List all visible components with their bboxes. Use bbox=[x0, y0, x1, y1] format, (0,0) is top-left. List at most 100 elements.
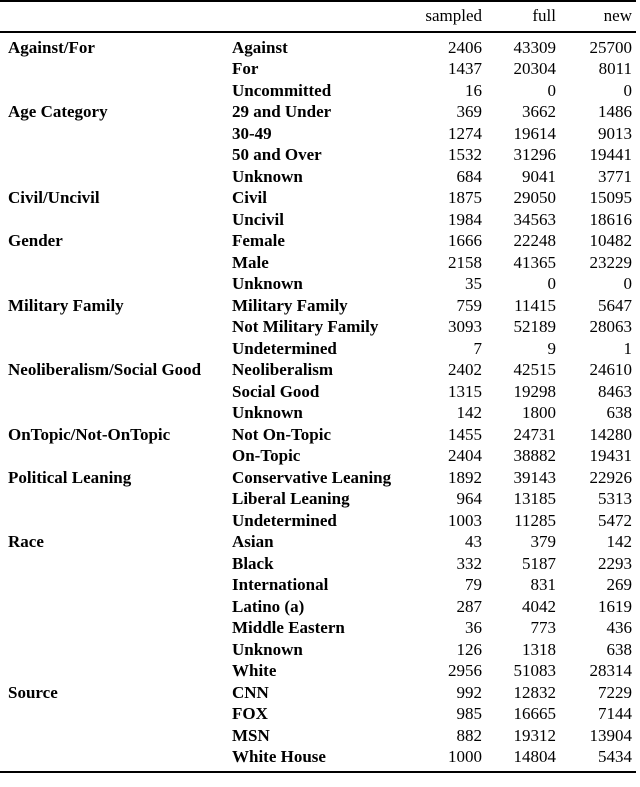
table-row: Source CNN 992 12832 7229 bbox=[0, 682, 636, 704]
table-body: Against/For Against 2406 43309 25700 For 1437 2… bbox=[0, 32, 636, 772]
cell-sampled: 2404 bbox=[448, 446, 482, 465]
cell-full: 38882 bbox=[513, 446, 557, 465]
row-level-label: FOX bbox=[232, 704, 268, 723]
cell-sampled: 35 bbox=[465, 274, 482, 293]
column-header-level bbox=[232, 1, 410, 32]
cell-full: 0 bbox=[547, 274, 557, 293]
row-group-label bbox=[0, 703, 232, 725]
table-row: Undetermined 1003 11285 5472 bbox=[0, 510, 636, 532]
row-group-label bbox=[0, 316, 232, 338]
cell-sampled: 7 bbox=[473, 338, 483, 358]
row-group-label bbox=[0, 209, 232, 231]
table-row: Political Leaning Conservative Leaning 189… bbox=[0, 467, 636, 489]
cell-new: 5472 bbox=[598, 510, 632, 530]
cell-sampled: 1437 bbox=[448, 59, 482, 78]
table-row: White House 1000 14804 5434 bbox=[0, 746, 636, 772]
table-row: OnTopic/Not-OnTopic Not On-Topic 1455 24731… bbox=[0, 424, 636, 446]
table-row: Liberal Leaning 964 13185 5313 bbox=[0, 488, 636, 510]
cell-new: 8463 bbox=[598, 381, 632, 401]
cell-full: 24731 bbox=[513, 424, 557, 444]
row-group-label: Against/For bbox=[8, 37, 95, 57]
row-group-label bbox=[0, 166, 232, 188]
row-level-label: For bbox=[232, 59, 259, 78]
row-level-label: Undetermined bbox=[232, 338, 337, 358]
row-group-label: Political Leaning bbox=[8, 467, 132, 487]
row-group-label bbox=[0, 574, 232, 596]
row-level-label: Latino (a) bbox=[232, 596, 305, 616]
row-level-label: White House bbox=[232, 747, 326, 766]
cell-sampled: 1003 bbox=[448, 510, 482, 530]
row-group-label bbox=[0, 58, 232, 80]
row-group-label: Neoliberalism/Social Good bbox=[8, 360, 202, 379]
row-level-label: Military Family bbox=[232, 295, 348, 315]
row-level-label: International bbox=[232, 575, 329, 594]
column-header-new: new bbox=[603, 6, 632, 25]
row-group-label bbox=[0, 252, 232, 274]
row-level-label: On-Topic bbox=[232, 446, 301, 465]
row-level-label: Against bbox=[232, 37, 288, 57]
row-group-label bbox=[0, 144, 232, 166]
cell-sampled: 964 bbox=[456, 489, 483, 508]
row-group-label: OnTopic/Not-OnTopic bbox=[8, 424, 171, 444]
cell-full: 773 bbox=[530, 618, 557, 637]
row-level-label: Male bbox=[232, 252, 269, 272]
row-level-label: Unknown bbox=[232, 639, 303, 659]
cell-new: 5647 bbox=[598, 295, 632, 315]
row-group-label bbox=[0, 273, 232, 295]
cell-full: 19614 bbox=[513, 123, 557, 143]
table-row: Social Good 1315 19298 8463 bbox=[0, 381, 636, 403]
cell-new: 2293 bbox=[598, 553, 632, 573]
row-level-label: Not On-Topic bbox=[232, 424, 332, 444]
cell-new: 638 bbox=[606, 403, 633, 422]
row-level-label: CNN bbox=[232, 682, 269, 702]
row-level-label: MSN bbox=[232, 725, 270, 745]
statistics-table: sampled full new Against/For Against 2406 4… bbox=[0, 0, 636, 773]
cell-full: 5187 bbox=[522, 553, 556, 573]
table-row: Unknown 35 0 0 bbox=[0, 273, 636, 295]
cell-full: 22248 bbox=[513, 231, 557, 250]
cell-sampled: 1984 bbox=[448, 209, 482, 229]
cell-full: 1318 bbox=[522, 639, 556, 659]
row-level-label: Female bbox=[232, 231, 285, 250]
cell-full: 31296 bbox=[513, 145, 557, 164]
table-row: FOX 985 16665 7144 bbox=[0, 703, 636, 725]
cell-new: 19441 bbox=[589, 145, 633, 164]
table-row: On-Topic 2404 38882 19431 bbox=[0, 445, 636, 467]
cell-sampled: 2402 bbox=[448, 360, 482, 379]
cell-sampled: 287 bbox=[456, 596, 483, 616]
cell-new: 436 bbox=[606, 618, 633, 637]
row-level-label: Unknown bbox=[232, 403, 303, 422]
cell-new: 638 bbox=[606, 639, 633, 659]
cell-new: 7144 bbox=[598, 704, 632, 723]
row-group-label bbox=[0, 660, 232, 682]
cell-new: 5434 bbox=[598, 747, 632, 766]
table-row: Civil/Uncivil Civil 1875 29050 15095 bbox=[0, 187, 636, 209]
row-level-label: Uncommitted bbox=[232, 80, 332, 100]
row-group-label bbox=[0, 746, 232, 772]
row-group-label: Age Category bbox=[8, 102, 108, 121]
cell-full: 1800 bbox=[522, 403, 556, 422]
row-level-label: Civil bbox=[232, 188, 267, 207]
table-row: International 79 831 269 bbox=[0, 574, 636, 596]
cell-full: 11285 bbox=[514, 510, 556, 530]
cell-full: 43309 bbox=[513, 37, 557, 57]
cell-sampled: 1315 bbox=[448, 381, 482, 401]
row-level-label: Asian bbox=[232, 532, 274, 551]
cell-new: 9013 bbox=[598, 123, 632, 143]
row-level-label: Neoliberalism bbox=[232, 360, 334, 379]
row-level-label: Liberal Leaning bbox=[232, 489, 350, 508]
cell-full: 11415 bbox=[514, 295, 556, 315]
table-row: Uncommitted 16 0 0 bbox=[0, 80, 636, 102]
cell-full: 52189 bbox=[513, 317, 557, 336]
cell-sampled: 1875 bbox=[448, 188, 482, 207]
row-level-label: Unknown bbox=[232, 274, 303, 293]
cell-new: 23229 bbox=[589, 252, 633, 272]
table-row: Uncivil 1984 34563 18616 bbox=[0, 209, 636, 231]
row-level-label: Black bbox=[232, 553, 274, 573]
row-group-label bbox=[0, 123, 232, 145]
row-group-label: Civil/Uncivil bbox=[8, 188, 100, 207]
cell-full: 34563 bbox=[513, 209, 557, 229]
cell-new: 269 bbox=[606, 575, 633, 594]
cell-new: 22926 bbox=[589, 467, 633, 487]
cell-full: 39143 bbox=[513, 467, 557, 487]
